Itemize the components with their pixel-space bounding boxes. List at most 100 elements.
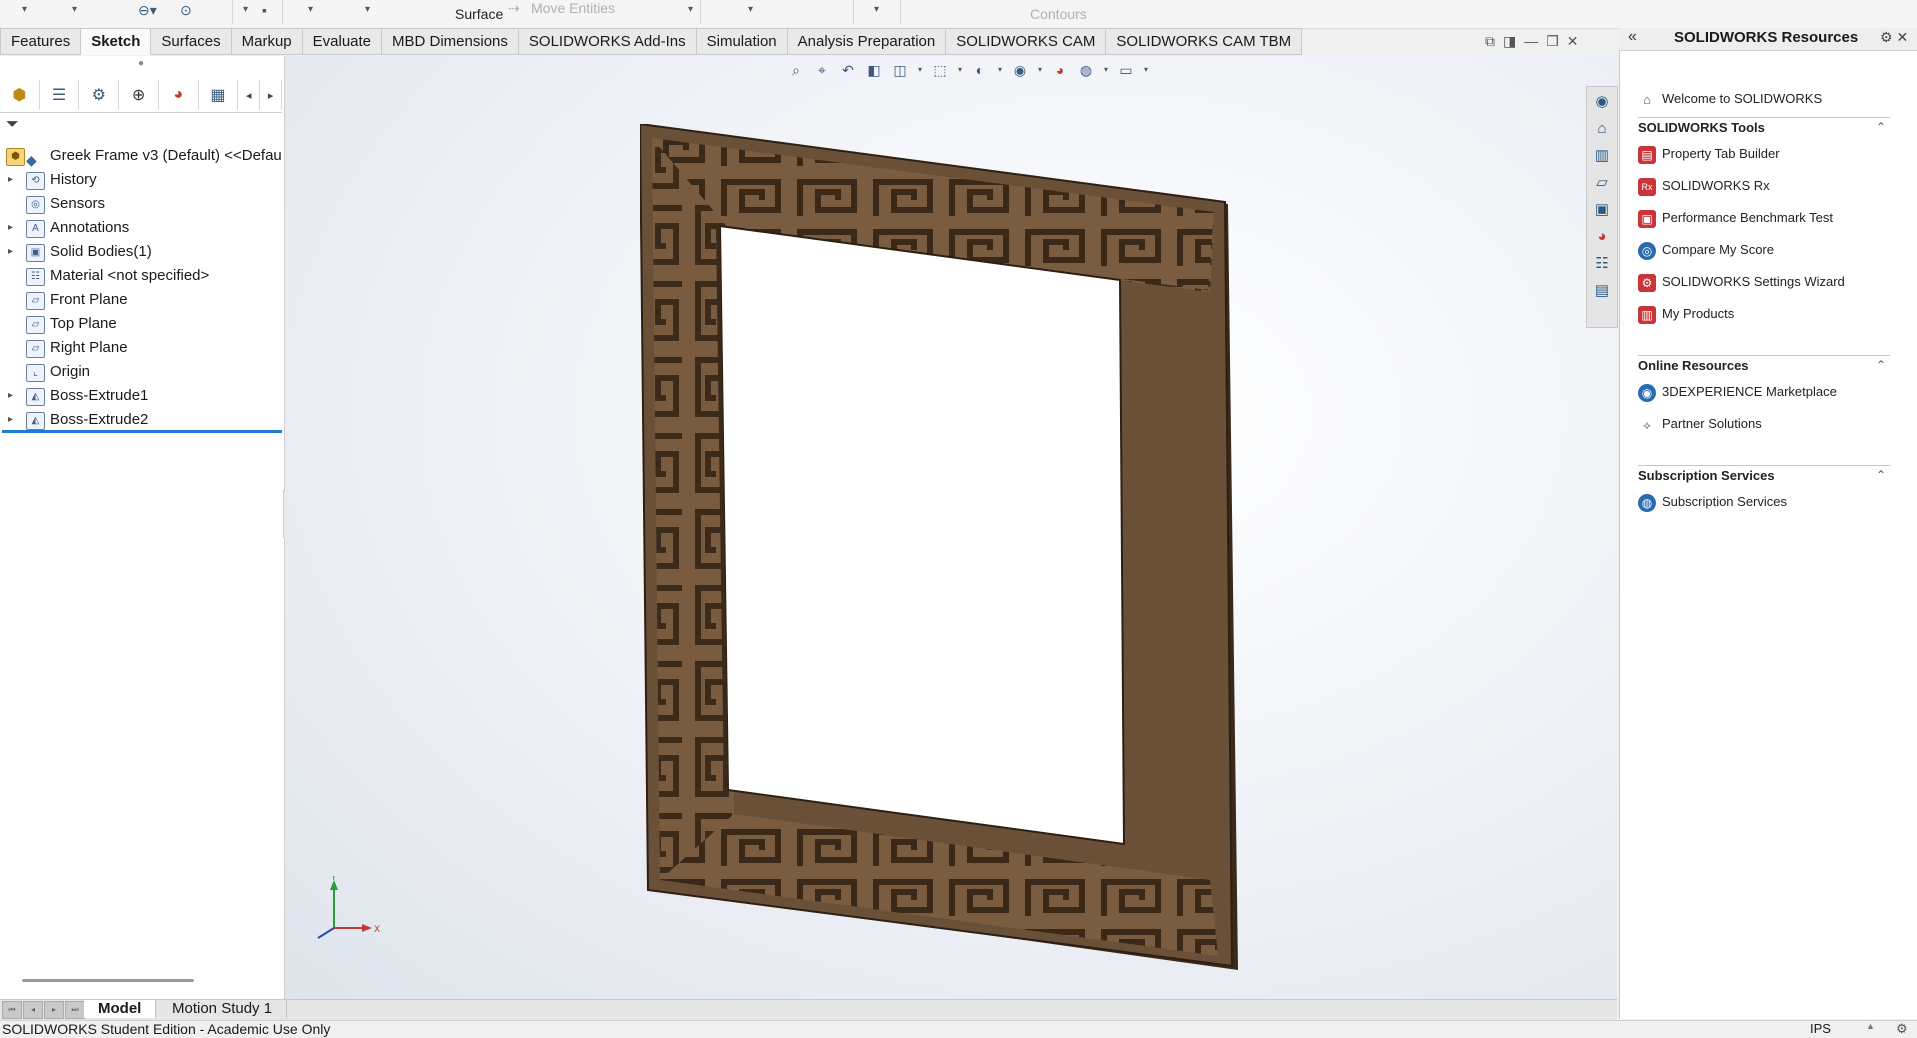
tree-node[interactable]: ▸ ⟲ History [0, 168, 282, 192]
tree-node[interactable]: ▸ ◭ Boss-Extrude1 [0, 384, 282, 408]
resource-link[interactable]: ▤ Property Tab Builder [1638, 143, 1780, 165]
resource-section-header[interactable]: Subscription Services ⌃ [1638, 465, 1890, 490]
chevron-down-icon[interactable]: ▾ [995, 60, 1005, 80]
tree-root-part[interactable]: ⬢ ◆ Greek Frame v3 (Default) <<Defaul [0, 144, 282, 168]
previous-view-icon[interactable]: ↶ [837, 60, 859, 80]
chevron-down-icon[interactable]: ▾ [955, 60, 965, 80]
forum-icon[interactable]: ▤ [1589, 279, 1615, 303]
chevron-down-icon[interactable]: ▾ [308, 4, 313, 15]
design-library-icon[interactable]: ▥ [1589, 144, 1615, 168]
tab-features[interactable]: Features [0, 28, 82, 55]
chevron-up-icon[interactable]: ⌃ [1876, 358, 1886, 372]
document-tab-motion-study-1[interactable]: Motion Study 1 [158, 1000, 288, 1018]
chevron-down-icon[interactable]: ▾ [1101, 60, 1111, 80]
chevron-up-icon[interactable]: ⌃ [1876, 468, 1886, 482]
tab-mbd-dimensions[interactable]: MBD Dimensions [382, 28, 519, 55]
greek-frame-model[interactable] [640, 124, 1240, 974]
rebuild-status-icon[interactable]: ⚙ [1896, 1021, 1908, 1037]
last-tab-icon[interactable]: ⏭ [65, 1001, 85, 1019]
minimize-icon[interactable]: — [1524, 33, 1538, 50]
tab-evaluate[interactable]: Evaluate [302, 28, 383, 55]
chevron-down-icon[interactable]: ▾ [1141, 60, 1151, 80]
rollback-bar[interactable] [2, 430, 282, 433]
resource-link[interactable]: ◎ Compare My Score [1638, 239, 1774, 261]
home-icon[interactable]: ⌂ [1589, 117, 1615, 141]
configuration-manager-tab-icon[interactable]: ⚙ [79, 80, 120, 110]
edit-appearance-icon[interactable]: ◕ [1049, 60, 1071, 80]
chevron-left-icon[interactable]: ◂ [238, 80, 261, 110]
tree-node[interactable]: ◎ Sensors [0, 192, 282, 216]
view-orientation-icon[interactable]: ⬚ [929, 60, 951, 80]
surface-label[interactable]: Surface [455, 6, 503, 22]
tab-surfaces[interactable]: Surfaces [151, 28, 232, 55]
chevron-up-icon[interactable]: ⌃ [1876, 120, 1886, 134]
filter-icon[interactable]: ⏷ [6, 116, 26, 136]
tree-node[interactable]: ▸ ◭ Boss-Extrude2 [0, 408, 282, 432]
move-entities-label[interactable]: Move Entities [531, 0, 615, 16]
unit-system[interactable]: IPS [1810, 1021, 1831, 1036]
view-settings-icon[interactable]: ▭ [1115, 60, 1137, 80]
resource-link[interactable]: ⟡ Partner Solutions [1638, 413, 1762, 435]
document-tab-model[interactable]: Model [84, 1000, 157, 1018]
chevron-up-icon[interactable]: ▲ [1866, 1021, 1875, 1031]
panel-grip-icon[interactable]: ● [0, 58, 282, 78]
point-tool-icon[interactable]: ▪ [262, 2, 267, 18]
dimxpert-manager-tab-icon[interactable]: ⊕ [119, 80, 159, 110]
resource-link[interactable]: ◍ Subscription Services [1638, 491, 1787, 513]
folder-icon[interactable]: ▱ [1589, 171, 1615, 195]
horizontal-scrollbar[interactable] [22, 979, 194, 982]
tab-analysis-preparation[interactable]: Analysis Preparation [787, 28, 947, 55]
chevron-down-icon[interactable]: ▾ [243, 4, 248, 15]
tree-node[interactable]: ▱ Top Plane [0, 312, 282, 336]
property-manager-tab-icon[interactable]: ☰ [40, 80, 80, 110]
tree-node[interactable]: ▸ ▣ Solid Bodies(1) [0, 240, 282, 264]
feature-manager-tab-icon[interactable]: ⬢ [0, 80, 40, 110]
tab-simulation[interactable]: Simulation [696, 28, 788, 55]
first-tab-icon[interactable]: ⏮ [2, 1001, 22, 1019]
close-icon[interactable]: ✕ [1567, 33, 1579, 50]
contours-label[interactable]: Contours [1030, 6, 1087, 22]
welcome-link[interactable]: ⌂ Welcome to SOLIDWORKS [1638, 88, 1822, 110]
resource-link[interactable]: ◉ 3DEXPERIENCE Marketplace [1638, 381, 1837, 403]
resource-section-header[interactable]: Online Resources ⌃ [1638, 355, 1890, 380]
expand-arrow-icon[interactable]: ▸ [8, 408, 13, 432]
circle-tool-icon[interactable]: ⊙ [180, 2, 192, 19]
dynamic-annotation-icon[interactable]: ◫ [889, 60, 911, 80]
custom-properties-icon[interactable]: ☷ [1589, 252, 1615, 276]
chevron-down-icon[interactable]: ▾ [915, 60, 925, 80]
resource-link[interactable]: ▣ Performance Benchmark Test [1638, 207, 1833, 229]
restore-panel-icon[interactable]: ⧉ [1485, 33, 1495, 50]
chevron-down-icon[interactable]: ▾ [874, 4, 879, 15]
view-palette-icon[interactable]: ▣ [1589, 198, 1615, 222]
previous-tab-icon[interactable]: ◂ [23, 1001, 43, 1019]
resource-link[interactable]: Rx SOLIDWORKS Rx [1638, 175, 1770, 197]
chevron-down-icon[interactable]: ▾ [1035, 60, 1045, 80]
display-manager-tab-icon[interactable]: ◕ [159, 80, 199, 110]
tree-node[interactable]: ▱ Right Plane [0, 336, 282, 360]
globe-icon[interactable]: ◉ [1589, 90, 1615, 114]
tab-solidworks-cam-tbm[interactable]: SOLIDWORKS CAM TBM [1106, 28, 1303, 55]
section-view-icon[interactable]: ◧ [863, 60, 885, 80]
expand-arrow-icon[interactable]: ▸ [8, 384, 13, 408]
tab-solidworks-add-ins[interactable]: SOLIDWORKS Add-Ins [518, 28, 697, 55]
chevron-down-icon[interactable]: ▾ [22, 4, 27, 15]
apply-scene-icon[interactable]: ◍ [1075, 60, 1097, 80]
appearances-icon[interactable]: ◕ [1589, 225, 1615, 249]
tree-node[interactable]: ☷ Material <not specified> [0, 264, 282, 288]
chevron-down-icon[interactable]: ▾ [72, 4, 77, 15]
pane-options-icon[interactable]: ⚙ ✕ [1880, 29, 1908, 46]
cam-manager-tab-icon[interactable]: ▦ [199, 80, 239, 110]
resource-link[interactable]: ⚙ SOLIDWORKS Settings Wizard [1638, 271, 1845, 293]
sketch-tool-icon[interactable]: ⊖▾ [138, 2, 157, 19]
tab-markup[interactable]: Markup [231, 28, 303, 55]
zoom-to-area-icon[interactable]: ⌖ [811, 60, 833, 80]
zoom-to-fit-icon[interactable]: ⌕ [785, 60, 807, 80]
chevron-down-icon[interactable]: ▾ [748, 4, 753, 15]
chevron-right-icon[interactable]: ▸ [260, 80, 282, 110]
resource-section-header[interactable]: SOLIDWORKS Tools ⌃ [1638, 117, 1890, 142]
maximize-icon[interactable]: ❐ [1546, 33, 1559, 50]
hide-show-items-icon[interactable]: ◉ [1009, 60, 1031, 80]
chevron-down-icon[interactable]: ▾ [365, 4, 370, 15]
expand-arrow-icon[interactable]: ▸ [8, 168, 13, 192]
resource-link[interactable]: ▥ My Products [1638, 303, 1734, 325]
